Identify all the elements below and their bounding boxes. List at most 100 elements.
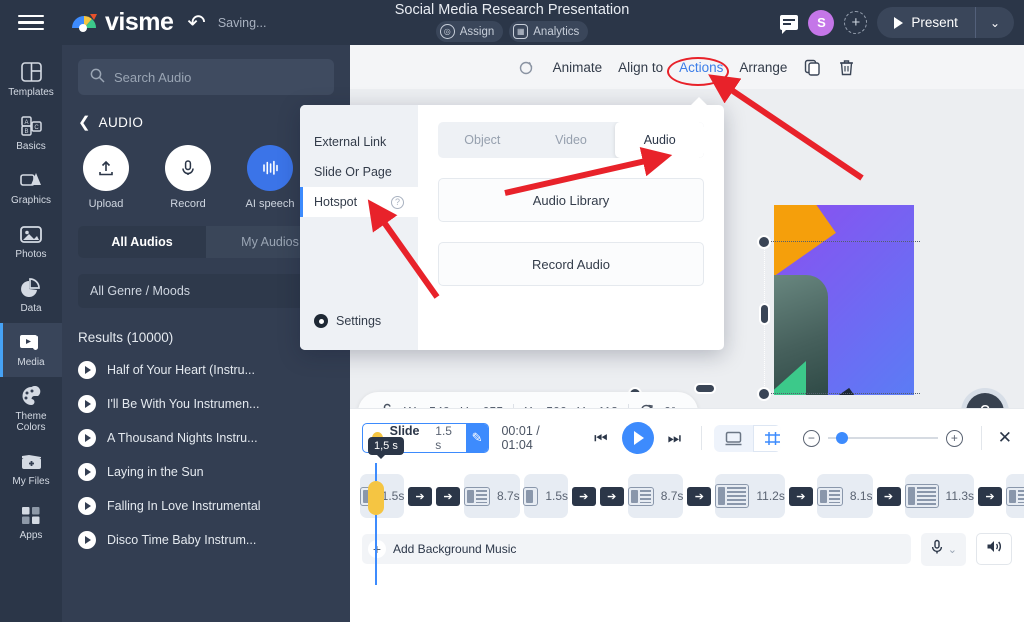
play-icon[interactable] — [78, 361, 96, 379]
search-input[interactable]: Search Audio — [78, 59, 334, 95]
list-item[interactable]: Disco Time Baby Instrum... — [62, 523, 350, 557]
sidebar-item-templates[interactable]: Templates — [0, 53, 62, 107]
present-dropdown-icon[interactable]: ⌄ — [976, 8, 1014, 38]
animate-icon[interactable] — [519, 58, 537, 76]
audio-library-button[interactable]: Audio Library — [438, 178, 704, 222]
record-button[interactable]: Record — [160, 145, 216, 210]
sidebar-item-media[interactable]: Media — [0, 323, 62, 377]
play-icon[interactable] — [78, 463, 96, 481]
avatar[interactable]: S — [808, 9, 835, 36]
tab-object[interactable]: Object — [438, 122, 527, 158]
timeline-view-icon[interactable] — [752, 424, 781, 452]
zoom-knob[interactable] — [835, 432, 848, 444]
zoom-in-icon[interactable]: + — [945, 429, 963, 447]
popup-item-external-link[interactable]: External Link — [300, 127, 418, 157]
genre-moods-filter[interactable]: All Genre / Moods — [78, 274, 334, 308]
zoom-track[interactable] — [827, 432, 938, 444]
list-item[interactable]: Laying in the Sun — [62, 455, 350, 489]
present-button[interactable]: Present — [877, 7, 976, 38]
help-icon[interactable]: ? — [391, 195, 404, 209]
transition-icon[interactable] — [571, 486, 596, 506]
microphone-icon — [930, 539, 944, 560]
skip-previous-icon[interactable]: ⏮ — [594, 430, 608, 447]
timeline-segment[interactable]: 11.3s — [904, 474, 974, 518]
tab-video[interactable]: Video — [527, 122, 616, 158]
popup-item-hotspot[interactable]: Hotspot ? — [300, 187, 418, 217]
transition-icon[interactable] — [978, 486, 1002, 506]
segment-duration: 11.2s — [756, 489, 785, 503]
play-icon[interactable] — [78, 429, 96, 447]
transition-icon[interactable] — [876, 486, 901, 506]
speaker-button[interactable] — [976, 533, 1012, 565]
list-item[interactable]: I'll Be With You Instrumen... — [62, 387, 350, 421]
comment-icon[interactable] — [780, 15, 799, 34]
play-icon[interactable] — [621, 422, 654, 454]
list-item[interactable]: Half of Your Heart (Instru... — [62, 353, 350, 387]
timeline-segment[interactable]: 11.2s — [715, 474, 785, 518]
add-background-music-button[interactable]: + Add Background Music — [362, 534, 911, 564]
align-to-button[interactable]: Align to — [618, 60, 663, 75]
hamburger-icon[interactable] — [0, 0, 62, 45]
undo-icon[interactable]: ↶ — [187, 11, 205, 34]
segment-duration: 8.1s — [849, 489, 873, 503]
resize-handle-bottom[interactable] — [757, 387, 771, 401]
tab-all-audios[interactable]: All Audios — [78, 226, 206, 258]
timeline-controls: Slide #2 1.5 s ✎ 00:01 / 01:04 ⏮ ⏭ — [350, 409, 1024, 467]
sidebar-item-photos[interactable]: Photos — [0, 215, 62, 269]
timeline-segment[interactable]: 8.1s — [816, 474, 873, 518]
add-person-icon[interactable]: + — [844, 11, 868, 34]
selected-image[interactable] — [774, 205, 914, 395]
record-audio-button[interactable]: Record Audio — [438, 242, 704, 286]
assign-button[interactable]: ◎ Assign — [435, 21, 504, 42]
resize-handle-bottom-center[interactable] — [694, 383, 716, 394]
microphone-button[interactable]: ⌄ — [920, 532, 966, 566]
resize-handle-middle[interactable] — [759, 303, 770, 325]
timeline-segment[interactable]: 1.5s — [523, 474, 568, 518]
sidebar-item-apps[interactable]: Apps — [0, 496, 62, 550]
ai-speech-button[interactable]: AI speech — [242, 145, 298, 210]
pencil-icon[interactable]: ✎ — [465, 424, 489, 452]
transition-icon[interactable] — [687, 486, 712, 506]
timeline-segment[interactable]: 8.7s — [464, 474, 520, 518]
skip-next-icon[interactable]: ⏭ — [668, 430, 682, 447]
assign-icon: ◎ — [439, 24, 455, 39]
duplicate-icon[interactable] — [803, 58, 821, 76]
sidebar-item-graphics[interactable]: Graphics — [0, 161, 62, 215]
popup-item-slide-or-page[interactable]: Slide Or Page — [300, 157, 418, 187]
list-item[interactable]: Falling In Love Instrumental — [62, 489, 350, 523]
track-title: Falling In Love Instrumental — [107, 499, 261, 513]
selection-guide-top — [760, 241, 920, 242]
analytics-button[interactable]: ▦ Analytics — [509, 21, 589, 42]
play-icon[interactable] — [78, 395, 96, 413]
list-item[interactable]: A Thousand Nights Instru... — [62, 421, 350, 455]
transition-icon[interactable] — [436, 486, 460, 506]
back-chevron-icon[interactable]: ❮ — [78, 113, 91, 131]
close-icon[interactable]: ✕ — [998, 428, 1012, 448]
sidebar-item-basics[interactable]: ABC Basics — [0, 107, 62, 161]
transition-icon[interactable] — [788, 486, 813, 506]
sidebar-item-theme-colors[interactable]: Theme Colors — [0, 377, 62, 442]
animate-button[interactable]: Animate — [553, 60, 603, 75]
arrange-button[interactable]: Arrange — [739, 60, 787, 75]
transition-icon[interactable] — [599, 486, 624, 506]
slide-view-icon[interactable] — [714, 425, 753, 452]
play-icon[interactable] — [78, 497, 96, 515]
play-icon[interactable] — [78, 531, 96, 549]
top-bar: visme ↶ Saving... Social Media Research … — [0, 0, 1024, 45]
sidebar-item-data[interactable]: Data — [0, 269, 62, 323]
popup-settings-button[interactable]: Settings — [300, 314, 418, 350]
sidebar-item-my-files[interactable]: My Files — [0, 442, 62, 496]
timeline-panel: Slide #2 1.5 s ✎ 00:01 / 01:04 ⏮ ⏭ — [350, 408, 1024, 622]
timeline-segment[interactable]: 8.7s — [627, 474, 684, 518]
transition-icon[interactable] — [408, 486, 432, 506]
upload-button[interactable]: Upload — [78, 145, 134, 210]
playhead-handle[interactable] — [368, 481, 384, 515]
zoom-out-icon[interactable]: − — [802, 429, 820, 447]
graphics-icon — [19, 169, 43, 191]
tab-audio[interactable]: Audio — [615, 122, 704, 158]
timeline-segment[interactable]: 6.6s — [1006, 474, 1024, 518]
resize-handle-top[interactable] — [757, 235, 771, 249]
playhead[interactable]: 1,5 s — [368, 437, 404, 585]
sidebar-item-label: Basics — [16, 141, 46, 152]
trash-icon[interactable] — [837, 58, 855, 76]
